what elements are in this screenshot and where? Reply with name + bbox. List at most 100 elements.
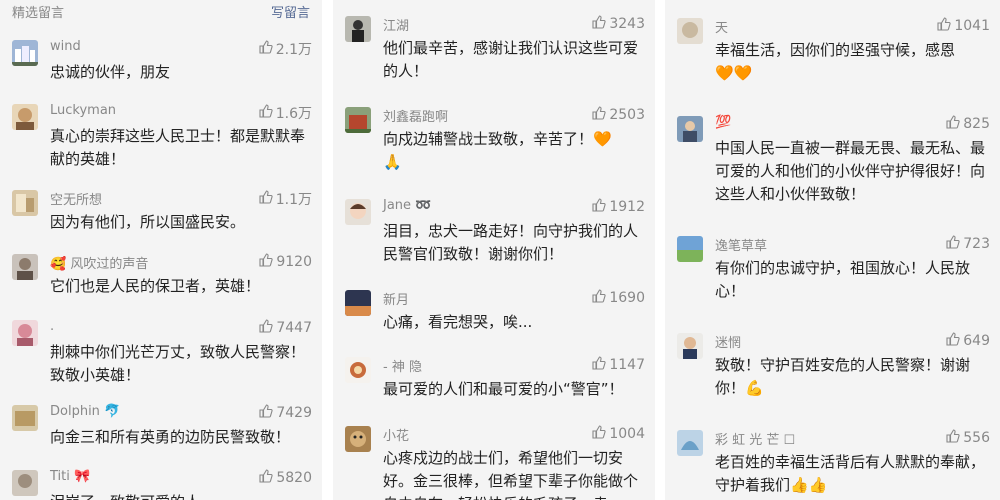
like-button[interactable]: 3243 [592, 15, 645, 33]
like-button[interactable]: 723 [946, 235, 990, 253]
like-button[interactable]: 1912 [592, 198, 645, 216]
comment-author: 彩 虹 光 芒 ☐ [715, 433, 796, 448]
avatar[interactable] [677, 236, 703, 262]
swirl-icon: ➿ [415, 198, 432, 213]
thumbs-up-icon [592, 425, 606, 443]
like-count: 649 [963, 333, 990, 349]
thumbs-up-icon [259, 40, 273, 58]
like-count: 3243 [609, 16, 645, 32]
like-button[interactable]: 9120 [259, 253, 312, 271]
comment-text: 泪崩了，致敬可爱的人 [50, 491, 310, 500]
like-count: 1041 [954, 18, 990, 34]
like-button[interactable]: 2.1万 [259, 39, 312, 59]
thumbs-up-icon [937, 17, 951, 35]
avatar[interactable] [12, 470, 38, 496]
like-count: 2.1万 [275, 42, 312, 58]
like-count: 1.6万 [275, 106, 312, 122]
like-button[interactable]: 5820 [259, 469, 312, 487]
thumbs-up-icon [946, 115, 960, 133]
flexed-biceps-icon: 💪 [745, 379, 764, 397]
comment-author: - 神 隐 [383, 360, 422, 375]
thumbs-up-icon [259, 190, 273, 208]
like-count: 723 [963, 236, 990, 252]
salute-hands-icon: 🙏 [383, 153, 402, 171]
like-count: 9120 [276, 254, 312, 270]
comment-text: 中国人民一直被一群最无畏、最无私、最可爱的人和他们的小伙伴守护得很好！向这些人和… [715, 139, 986, 203]
comment-author: Titi 🎀 [50, 469, 91, 484]
like-button[interactable]: 1.6万 [259, 103, 312, 123]
avatar[interactable] [345, 199, 371, 225]
avatar[interactable] [677, 116, 703, 142]
bow-emoji-icon: 🎀 [74, 469, 91, 484]
like-button[interactable]: 1004 [592, 425, 645, 443]
avatar[interactable] [677, 430, 703, 456]
comments-header: 精选留言 写留言 [12, 0, 310, 22]
face-emoji-icon: 🥰 [50, 257, 67, 272]
comment-text: 他们最辛苦，感谢让我们认识这些可爱的人！ [383, 39, 639, 80]
like-button[interactable]: 825 [946, 115, 990, 133]
avatar[interactable] [12, 104, 38, 130]
comment-text: 心痛，看完想哭，唉... [383, 313, 533, 331]
avatar[interactable] [677, 333, 703, 359]
orange-heart-icon: 🧡 [593, 130, 612, 148]
comment-text: 最可爱的人们和最可爱的小“警官”！ [383, 380, 624, 398]
like-button[interactable]: 1041 [937, 17, 990, 35]
thumbs-up-icon [592, 15, 606, 33]
comment-author: 天 [715, 21, 729, 36]
avatar[interactable] [677, 18, 703, 44]
avatar[interactable] [12, 254, 38, 280]
thumbs-up-icon [259, 253, 273, 271]
avatar[interactable] [345, 290, 371, 316]
comments-column-1: 精选留言 写留言 wind 2.1万 忠诚的伙伴，朋友 Luckyman 1.6… [0, 0, 322, 500]
avatar[interactable] [345, 107, 371, 133]
comment-author: 小花 [383, 429, 410, 444]
like-count: 1690 [609, 290, 645, 306]
comment-text: 它们也是人民的保卫者，英雄！ [50, 277, 261, 295]
like-button[interactable]: 7447 [259, 319, 312, 337]
avatar[interactable] [345, 16, 371, 42]
comment-author: wind [50, 39, 81, 54]
comment-text: 忠诚的伙伴，朋友 [50, 63, 171, 81]
comment-author: 🥰 风吹过的声音 [50, 257, 149, 272]
like-button[interactable]: 7429 [259, 404, 312, 422]
like-count: 825 [963, 116, 990, 132]
comment-author: Luckyman [50, 103, 117, 118]
avatar[interactable] [12, 190, 38, 216]
thumbs-up-icon [946, 235, 960, 253]
avatar[interactable] [12, 320, 38, 346]
like-count: 1912 [609, 199, 645, 215]
avatar[interactable] [12, 405, 38, 431]
comment-author: 迷惘 [715, 336, 742, 351]
like-button[interactable]: 1147 [592, 356, 645, 374]
comment-text: 心疼戍边的战士们，希望他们一切安好。金三很棒，但希望下辈子你能做个自由自在、轻松… [383, 449, 639, 500]
thumbs-up-icon [592, 198, 606, 216]
like-button[interactable]: 556 [946, 429, 990, 447]
avatar[interactable] [345, 426, 371, 452]
like-button[interactable]: 2503 [592, 106, 645, 124]
avatar[interactable] [345, 357, 371, 383]
like-count: 556 [963, 430, 990, 446]
thumbs-up-icon [592, 289, 606, 307]
comment-text: 真心的崇拜这些人民卫士！都是默默奉献的英雄！ [50, 127, 306, 168]
like-count: 1004 [609, 426, 645, 442]
comment-author: Jane ➿ [383, 198, 432, 213]
comment-author: Dolphin 🐬 [50, 404, 121, 419]
comment-author: 空无所想 [50, 193, 103, 208]
like-count: 1147 [609, 357, 645, 373]
avatar[interactable] [12, 40, 38, 66]
like-button[interactable]: 1690 [592, 289, 645, 307]
comment-author: 江湖 [383, 19, 410, 34]
write-comment-link[interactable]: 写留言 [271, 2, 310, 21]
comment-text: 向戍边辅警战士致敬，辛苦了！🧡 🙏 [383, 128, 643, 174]
featured-comments-label: 精选留言 [12, 5, 65, 21]
like-button[interactable]: 1.1万 [259, 189, 312, 209]
comment-text: 幸福生活，因你们的坚强守候，感恩 🧡🧡 [715, 39, 988, 85]
comment-text: 向金三和所有英勇的边防民警致敬！ [50, 428, 291, 446]
thumbs-up-icon [946, 429, 960, 447]
thumbs-up-icon [259, 404, 273, 422]
comment-author: 逸笔草草 [715, 239, 768, 254]
like-button[interactable]: 649 [946, 332, 990, 350]
orange-heart-icon: 🧡🧡 [715, 64, 753, 82]
thumbs-up-icon [592, 356, 606, 374]
comment-text: 因为有他们，所以国盛民安。 [50, 213, 246, 231]
